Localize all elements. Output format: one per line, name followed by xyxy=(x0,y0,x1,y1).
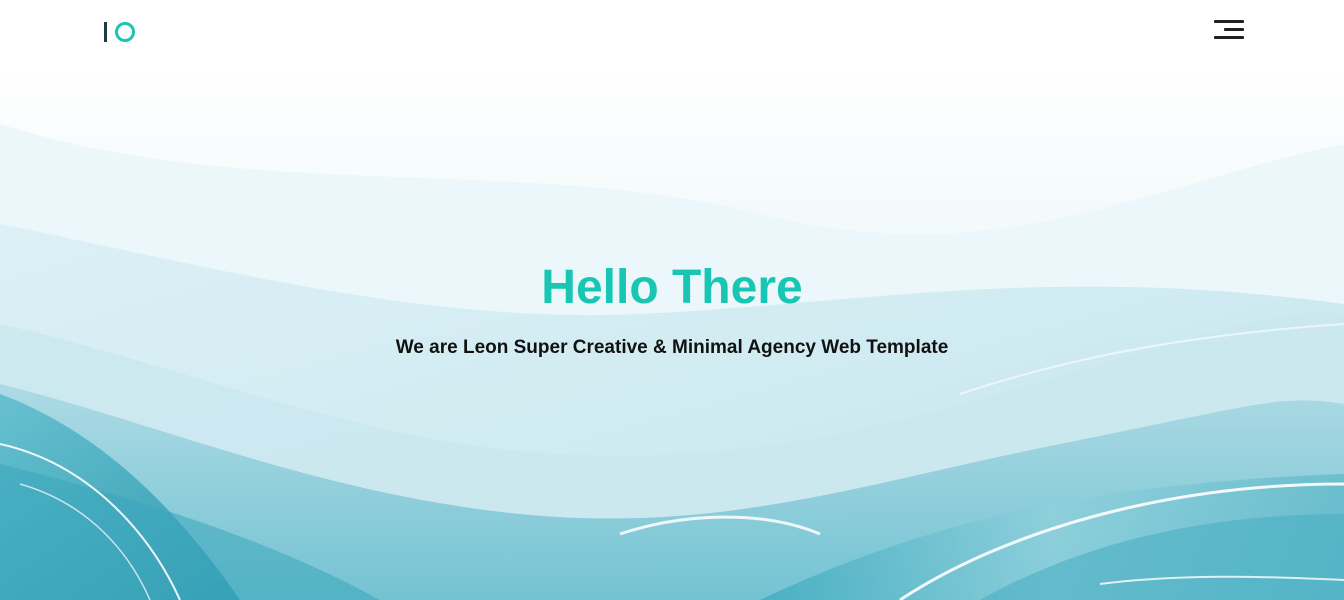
site-header xyxy=(0,0,1344,64)
menu-line-top xyxy=(1214,20,1244,23)
logo-bar xyxy=(104,22,107,42)
hero-subtitle: We are Leon Super Creative & Minimal Age… xyxy=(395,337,949,358)
menu-line-middle xyxy=(1224,28,1244,31)
hero-wave-background xyxy=(0,64,1344,600)
logo-ring xyxy=(115,22,135,42)
logo-icon[interactable] xyxy=(104,20,144,44)
hamburger-menu-icon[interactable] xyxy=(1210,16,1248,44)
menu-line-bottom xyxy=(1214,36,1244,39)
hero-title: Hello There xyxy=(541,261,803,314)
hero-section: Hello There We are Leon Super Creative &… xyxy=(0,64,1344,600)
